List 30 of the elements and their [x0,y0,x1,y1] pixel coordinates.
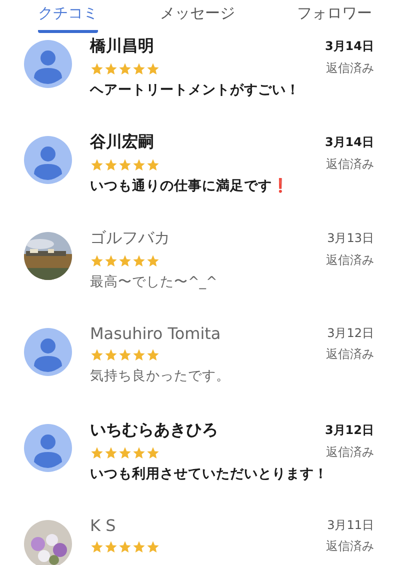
review-comment: いつも通りの仕事に満足です❗ [90,177,290,195]
review-date: 3月11日 [327,517,374,534]
reply-status: 返信済み [326,252,374,269]
reply-status: 返信済み [326,444,374,461]
reviewer-name: 橋川昌明 [90,36,154,57]
reply-status: 返信済み [326,156,374,173]
reviewer-name: 谷川宏嗣 [90,132,154,153]
review-date: 3月14日 [324,134,374,151]
reviewer-name: いちむらあきひろ [90,420,218,441]
reviewer-name: K S [90,516,116,535]
review-comment: ヘアートリートメントがすごい！ [90,81,301,99]
reviewer-name: ゴルフバカ [90,228,170,249]
reply-status: 返信済み [326,538,374,555]
review-comment: いつも利用させていただいとります！ [90,465,329,483]
tab[interactable]: フォロワー [297,2,372,33]
avatar-icon [24,40,72,88]
review-date: 3月12日 [327,325,374,342]
review-comment: 気持ち良かったです。 [90,367,231,385]
avatar-icon [24,424,72,472]
review-comment: 最高〜でした〜^_^ [90,273,218,291]
avatar-icon [24,328,72,376]
review-date: 3月12日 [324,422,374,439]
avatar-icon [24,136,72,184]
review-date: 3月14日 [324,38,374,55]
tab[interactable]: クチコミ [38,2,98,33]
tab[interactable]: メッセージ [160,2,235,33]
reviewer-name: Masuhiro Tomita [90,324,221,343]
review-date: 3月13日 [327,230,374,247]
reply-status: 返信済み [326,346,374,363]
reply-status: 返信済み [326,60,374,77]
